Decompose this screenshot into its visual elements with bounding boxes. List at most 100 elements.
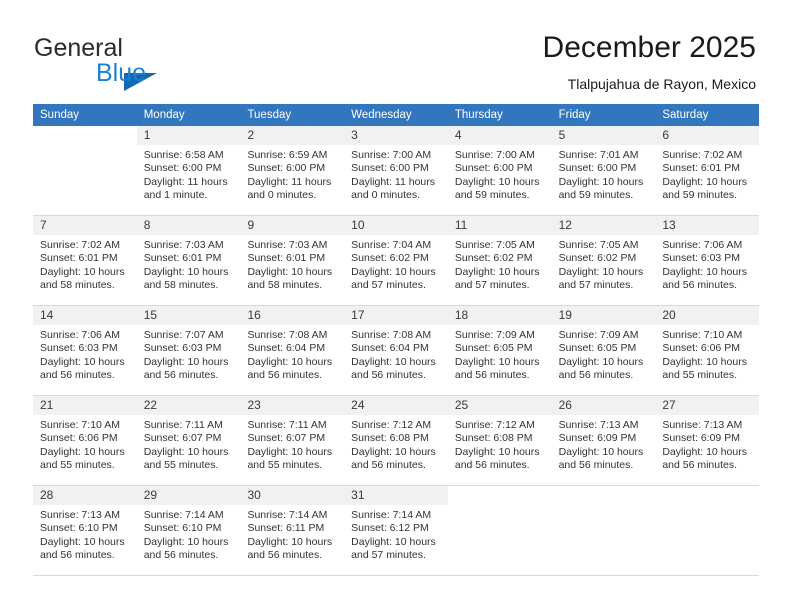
calendar-day-cell[interactable]: 22 Sunrise: 7:11 AM Sunset: 6:07 PM Dayligh…: [136, 396, 241, 485]
calendar-week-row: 28 Sunrise: 7:13 AM Sunset: 6:10 PM Dayligh…: [33, 486, 760, 576]
calendar-day-cell[interactable]: 25 Sunrise: 7:12 AM Sunset: 6:08 PM Dayligh…: [447, 396, 552, 485]
day-sun-info: Sunrise: 7:00 AM Sunset: 6:00 PM Daylight:…: [344, 145, 448, 203]
daylight-duration-line1: Daylight: 10 hours: [40, 535, 125, 548]
daylight-duration-line1: Daylight: 10 hours: [143, 535, 229, 548]
daylight-duration-line2: and 56 minutes.: [558, 459, 634, 472]
day-number-band: 3: [344, 126, 448, 145]
general-blue-logo[interactable]: General Blue: [34, 36, 264, 92]
sunrise-time: Sunrise: 7:09 AM: [558, 329, 639, 341]
calendar-day-cell[interactable]: 13 Sunrise: 7:06 AM Sunset: 6:03 PM Dayligh…: [655, 216, 760, 305]
daylight-duration-line1: Daylight: 10 hours: [247, 265, 333, 278]
daylight-duration-line2: and 56 minutes.: [143, 549, 219, 562]
calendar-day-cell[interactable]: 6 Sunrise: 7:02 AM Sunset: 6:01 PM Daylight…: [655, 126, 760, 215]
day-number-band: 8: [136, 216, 241, 235]
daylight-duration-line1: Daylight: 11 hours: [351, 175, 436, 188]
day-sun-info: Sunrise: 7:08 AM Sunset: 6:04 PM Daylight:…: [240, 325, 344, 383]
day-number: 30: [247, 488, 261, 502]
daylight-duration-line1: Daylight: 10 hours: [662, 265, 747, 278]
sunset-time: Sunset: 6:02 PM: [454, 252, 533, 265]
calendar-day-cell[interactable]: 18 Sunrise: 7:09 AM Sunset: 6:05 PM Dayligh…: [447, 306, 552, 395]
day-sun-info: Sunrise: 7:06 AM Sunset: 6:03 PM Daylight:…: [33, 325, 137, 383]
page-header: General Blue December 2025 Tlalpujahua d…: [0, 0, 792, 100]
day-number: 21: [40, 398, 54, 412]
daylight-duration-line1: Daylight: 10 hours: [662, 175, 747, 188]
day-sun-info: Sunrise: 7:10 AM Sunset: 6:06 PM Daylight:…: [33, 415, 137, 473]
calendar-day-cell[interactable]: 16 Sunrise: 7:08 AM Sunset: 6:04 PM Dayligh…: [240, 306, 345, 395]
day-sun-info: Sunrise: 7:07 AM Sunset: 6:03 PM Daylight:…: [137, 325, 241, 383]
sunrise-time: Sunrise: 7:03 AM: [247, 239, 328, 251]
sunset-time: Sunset: 6:06 PM: [40, 432, 118, 445]
calendar-day-cell[interactable]: 14 Sunrise: 7:06 AM Sunset: 6:03 PM Dayligh…: [33, 306, 137, 395]
calendar-day-cell[interactable]: 9 Sunrise: 7:03 AM Sunset: 6:01 PM Daylight…: [240, 216, 345, 305]
calendar-day-cell[interactable]: 11 Sunrise: 7:05 AM Sunset: 6:02 PM Dayligh…: [447, 216, 552, 305]
day-sun-info: Sunrise: 7:04 AM Sunset: 6:02 PM Daylight:…: [344, 235, 448, 293]
calendar-day-cell[interactable]: 21 Sunrise: 7:10 AM Sunset: 6:06 PM Dayligh…: [33, 396, 137, 485]
daylight-duration-line2: and 58 minutes.: [40, 279, 115, 292]
sunset-time: Sunset: 6:01 PM: [662, 162, 740, 175]
daylight-duration-line2: and 56 minutes.: [351, 369, 426, 382]
sunrise-time: Sunrise: 7:06 AM: [662, 239, 743, 251]
calendar-day-cell[interactable]: 10 Sunrise: 7:04 AM Sunset: 6:02 PM Dayligh…: [344, 216, 448, 305]
calendar-day-cell[interactable]: 7 Sunrise: 7:02 AM Sunset: 6:01 PM Daylight…: [33, 216, 137, 305]
sunrise-time: Sunrise: 7:02 AM: [40, 239, 120, 251]
daylight-duration-line1: Daylight: 10 hours: [558, 445, 644, 458]
calendar-day-cell[interactable]: 1 Sunrise: 6:58 AM Sunset: 6:00 PM Daylight…: [136, 126, 241, 215]
calendar-day-cell[interactable]: 8 Sunrise: 7:03 AM Sunset: 6:01 PM Daylight…: [136, 216, 241, 305]
daylight-duration-line1: Daylight: 10 hours: [454, 265, 540, 278]
calendar-day-cell[interactable]: 31 Sunrise: 7:14 AM Sunset: 6:12 PM Dayligh…: [344, 486, 448, 575]
daylight-duration-line2: and 56 minutes.: [454, 369, 530, 382]
sunrise-time: Sunrise: 7:00 AM: [351, 149, 432, 161]
day-number: 17: [351, 308, 365, 322]
day-sun-info: Sunrise: 7:13 AM Sunset: 6:10 PM Daylight:…: [33, 505, 137, 563]
daylight-duration-line1: Daylight: 10 hours: [40, 265, 125, 278]
daylight-duration-line2: and 56 minutes.: [351, 459, 426, 472]
sunset-time: Sunset: 6:03 PM: [40, 342, 118, 355]
day-sun-info: Sunrise: 7:09 AM Sunset: 6:05 PM Daylight:…: [552, 325, 656, 383]
day-number-band: 19: [551, 306, 656, 325]
calendar-day-cell[interactable]: 23 Sunrise: 7:11 AM Sunset: 6:07 PM Dayligh…: [240, 396, 345, 485]
calendar-day-cell-empty: [551, 486, 656, 575]
calendar-day-cell[interactable]: 4 Sunrise: 7:00 AM Sunset: 6:00 PM Daylight…: [447, 126, 552, 215]
calendar-day-cell[interactable]: 15 Sunrise: 7:07 AM Sunset: 6:03 PM Dayligh…: [136, 306, 241, 395]
day-sun-info: Sunrise: 7:08 AM Sunset: 6:04 PM Daylight:…: [344, 325, 448, 383]
calendar-day-cell[interactable]: 2 Sunrise: 6:59 AM Sunset: 6:00 PM Daylight…: [240, 126, 345, 215]
daylight-duration-line1: Daylight: 10 hours: [247, 355, 333, 368]
calendar-day-cell[interactable]: 27 Sunrise: 7:13 AM Sunset: 6:09 PM Dayligh…: [655, 396, 760, 485]
sunrise-time: Sunrise: 7:12 AM: [454, 419, 535, 431]
calendar-grid: Sunday Monday Tuesday Wednesday Thursday…: [33, 104, 760, 576]
daylight-duration-line1: Daylight: 10 hours: [558, 175, 644, 188]
weekday-header-friday: Friday: [558, 109, 591, 121]
day-number-band: 24: [344, 396, 448, 415]
sunrise-time: Sunrise: 7:05 AM: [454, 239, 535, 251]
daylight-duration-line2: and 0 minutes.: [351, 189, 421, 202]
day-sun-info: Sunrise: 7:14 AM Sunset: 6:10 PM Daylight:…: [137, 505, 241, 563]
calendar-day-cell[interactable]: 3 Sunrise: 7:00 AM Sunset: 6:00 PM Daylight…: [344, 126, 448, 215]
daylight-duration-line1: Daylight: 10 hours: [454, 175, 540, 188]
calendar-day-cell[interactable]: 20 Sunrise: 7:10 AM Sunset: 6:06 PM Dayligh…: [655, 306, 760, 395]
calendar-day-cell[interactable]: 17 Sunrise: 7:08 AM Sunset: 6:04 PM Dayligh…: [344, 306, 448, 395]
daylight-duration-line2: and 57 minutes.: [351, 549, 426, 562]
calendar-week-row: 1 Sunrise: 6:58 AM Sunset: 6:00 PM Daylight…: [33, 126, 760, 216]
daylight-duration-line2: and 58 minutes.: [143, 279, 219, 292]
day-sun-info: Sunrise: 7:02 AM Sunset: 6:01 PM Daylight:…: [33, 235, 137, 293]
calendar-day-cell[interactable]: 19 Sunrise: 7:09 AM Sunset: 6:05 PM Dayligh…: [551, 306, 656, 395]
calendar-day-cell[interactable]: 12 Sunrise: 7:05 AM Sunset: 6:02 PM Dayligh…: [551, 216, 656, 305]
weekday-header-tuesday: Tuesday: [247, 109, 292, 121]
day-sun-info: Sunrise: 6:58 AM Sunset: 6:00 PM Daylight:…: [137, 145, 241, 203]
daylight-duration-line2: and 56 minutes.: [662, 279, 738, 292]
calendar-day-cell[interactable]: 28 Sunrise: 7:13 AM Sunset: 6:10 PM Dayligh…: [33, 486, 137, 575]
calendar-day-cell[interactable]: 29 Sunrise: 7:14 AM Sunset: 6:10 PM Dayligh…: [136, 486, 241, 575]
sunrise-time: Sunrise: 7:10 AM: [40, 419, 120, 431]
calendar-day-cell[interactable]: 26 Sunrise: 7:13 AM Sunset: 6:09 PM Dayligh…: [551, 396, 656, 485]
sunset-time: Sunset: 6:09 PM: [558, 432, 637, 445]
calendar-day-cell[interactable]: 30 Sunrise: 7:14 AM Sunset: 6:11 PM Dayligh…: [240, 486, 345, 575]
day-number-band: 16: [240, 306, 345, 325]
calendar-week-row: 14 Sunrise: 7:06 AM Sunset: 6:03 PM Dayligh…: [33, 306, 760, 396]
calendar-day-cell[interactable]: 5 Sunrise: 7:01 AM Sunset: 6:00 PM Daylight…: [551, 126, 656, 215]
day-number: 20: [662, 308, 676, 322]
daylight-duration-line2: and 56 minutes.: [40, 549, 115, 562]
calendar-day-cell[interactable]: 24 Sunrise: 7:12 AM Sunset: 6:08 PM Dayligh…: [344, 396, 448, 485]
daylight-duration-line1: Daylight: 10 hours: [558, 265, 644, 278]
sunrise-time: Sunrise: 6:59 AM: [247, 149, 328, 161]
daylight-duration-line2: and 55 minutes.: [247, 459, 323, 472]
